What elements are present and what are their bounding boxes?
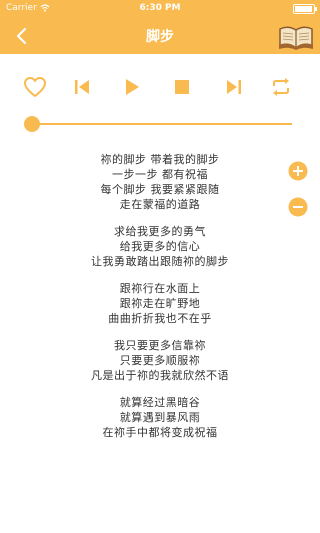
heart-icon [24,77,46,97]
lyric-line: 跟祢行在水面上 [119,282,201,295]
lyric-stanza: 就算经过黑暗谷 就算遇到暴风雨在祢手中都将变成祝福 [40,395,280,440]
lyric-line: 给我更多的信心 [119,240,201,253]
lyric-line: 就算遇到暴风雨 [119,411,201,424]
status-time: 6:30 PM [139,3,181,13]
playback-controls [0,72,320,102]
status-bar: Carrier 6:30 PM [0,0,320,18]
lyric-line: 求给我更多的勇气 [114,225,206,238]
lyric-line: 走在蒙福的道路 [119,198,201,211]
nav-bar: 脚步 [0,18,320,54]
open-book-icon[interactable] [278,21,314,51]
lyric-line: 我只要更多信靠祢 [114,339,206,352]
repeat-icon [273,78,289,96]
lyric-line: 跟祢走在旷野地 [119,297,201,310]
lyric-line: 一步一步 都有祝福 [112,168,208,181]
lyric-line: 在祢手中都将变成祝福 [102,426,218,439]
stop-button[interactable] [167,72,197,102]
battery-icon [293,4,317,14]
lyrics-text: 祢的脚步 带着我的脚步 一步一步 都有祝福 每个脚步 我要紧紧跟随 走在蒙福的道路 求给… [40,152,280,452]
previous-button[interactable] [67,72,97,102]
lyric-stanza: 跟祢行在水面上 跟祢走在旷野地 曲曲折折我也不在乎 [40,281,280,326]
lyric-line: 让我勇敢踏出跟随祢的脚步 [91,255,229,268]
stop-icon [175,80,189,94]
lyric-stanza: 求给我更多的勇气 给我更多的信心让我勇敢踏出跟随祢的脚步 [40,224,280,269]
lyric-line: 每个脚步 我要紧紧跟随 [100,183,220,196]
play-icon [126,79,139,95]
slider-thumb[interactable] [24,116,40,132]
chevron-left-icon[interactable] [10,24,34,48]
lyric-line: 祢的脚步 带着我的脚步 [100,153,220,166]
favorite-button[interactable] [20,72,50,102]
progress-slider[interactable] [24,116,292,132]
repeat-button[interactable] [266,72,296,102]
next-button[interactable] [219,72,249,102]
minus-circle-icon[interactable] [288,197,308,217]
lyric-line: 就算经过黑暗谷 [119,396,201,409]
skip-back-icon [75,80,89,94]
battery-level [295,6,313,12]
play-button[interactable] [117,72,147,102]
lyric-line: 凡是出于祢的我就欣然不语 [91,369,229,382]
lyric-stanza: 我只要更多信靠祢 只要更多顺服祢凡是出于祢的我就欣然不语 [40,338,280,383]
lyric-line: 曲曲折折我也不在乎 [108,312,212,325]
lyric-line: 只要更多顺服祢 [119,354,201,367]
slider-track[interactable] [30,123,292,125]
skip-forward-icon [227,80,241,94]
lyric-stanza: 祢的脚步 带着我的脚步 一步一步 都有祝福 每个脚步 我要紧紧跟随 走在蒙福的道路 [40,152,280,212]
plus-circle-icon[interactable] [288,161,308,181]
page-title: 脚步 [146,29,174,45]
